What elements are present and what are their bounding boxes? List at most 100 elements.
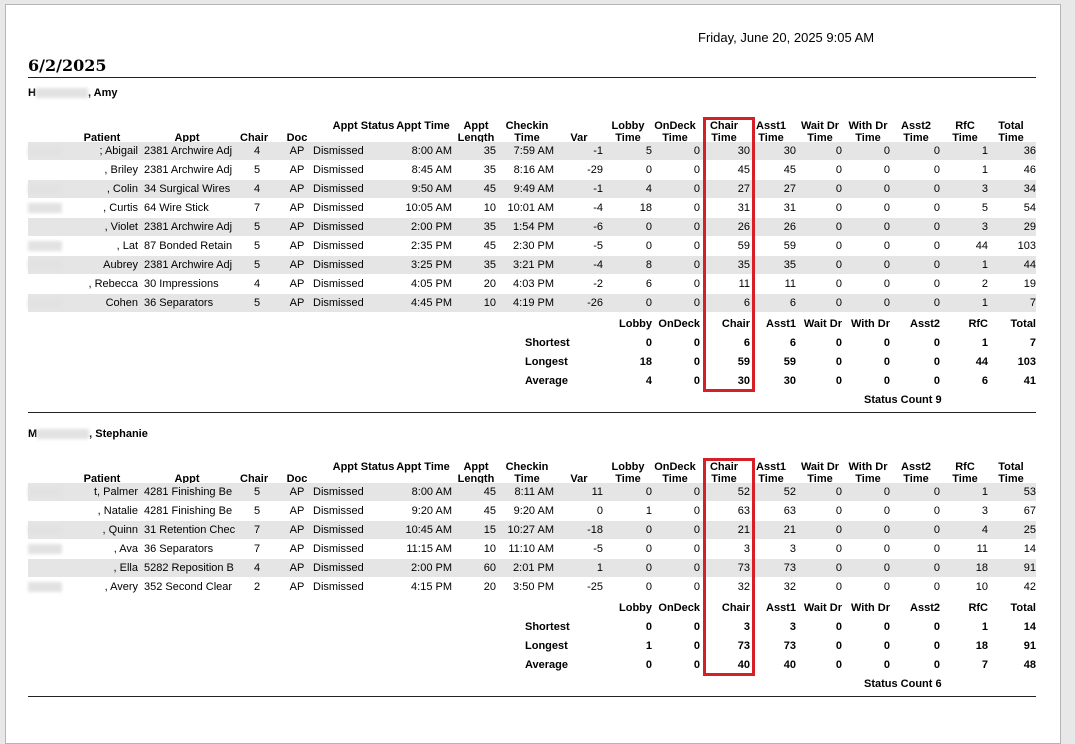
summary-header: Wait Dr bbox=[803, 318, 842, 330]
summary-value: 0 bbox=[883, 640, 890, 652]
table-cell: 0 bbox=[883, 221, 890, 233]
table-cell: 3 bbox=[789, 543, 796, 555]
table-cell: 10 bbox=[975, 581, 988, 593]
table-cell: Dismissed bbox=[313, 524, 364, 536]
divider bbox=[28, 77, 1036, 78]
table-cell: 7 bbox=[253, 543, 261, 555]
table-cell: 2381 Archwire Adj bbox=[144, 164, 233, 176]
column-header: With Dr Time bbox=[848, 461, 888, 485]
summary-value: 59 bbox=[783, 356, 796, 368]
status-count-label: Status Count bbox=[864, 678, 933, 690]
status-count-label: Status Count bbox=[864, 394, 933, 406]
table-cell: -2 bbox=[593, 278, 603, 290]
table-cell: 0 bbox=[693, 581, 700, 593]
table-cell: 0 bbox=[883, 486, 890, 498]
table-cell: 0 bbox=[693, 145, 700, 157]
summary-value: 0 bbox=[933, 356, 940, 368]
table-cell: 0 bbox=[933, 278, 940, 290]
table-cell: 7 bbox=[253, 202, 261, 214]
column-header: Wait Dr Time bbox=[800, 461, 840, 485]
table-cell: Dismissed bbox=[313, 543, 364, 555]
column-header: Checkin Time bbox=[505, 120, 549, 144]
column-header: Asst1 Time bbox=[756, 120, 786, 144]
summary-value: 41 bbox=[1023, 375, 1036, 387]
table-cell: 31 bbox=[783, 202, 796, 214]
table-cell: 11 bbox=[784, 278, 796, 290]
summary-value: 48 bbox=[1023, 659, 1036, 671]
table-cell: 4:15 PM bbox=[411, 581, 452, 593]
table-cell: 5 bbox=[253, 297, 261, 309]
table-cell: 8 bbox=[645, 259, 652, 271]
table-cell: 0 bbox=[883, 581, 890, 593]
table-cell: -5 bbox=[593, 240, 603, 252]
table-cell: AP bbox=[289, 278, 305, 290]
table-cell: 1:54 PM bbox=[513, 221, 554, 233]
summary-value: 0 bbox=[693, 356, 700, 368]
table-cell: 26 bbox=[783, 221, 796, 233]
table-cell: 10:05 AM bbox=[405, 202, 452, 214]
table-row: , Ella 5282 Reposition B 4 AP Dismissed 2:00 … bbox=[28, 559, 1036, 577]
table-cell: 5 bbox=[253, 486, 261, 498]
table-cell: 0 bbox=[645, 221, 652, 233]
table-cell: Dismissed bbox=[313, 259, 364, 271]
redacted-surname bbox=[28, 544, 62, 554]
table-cell: 103 bbox=[1017, 240, 1036, 252]
summary-header: Total bbox=[1010, 318, 1036, 330]
table-cell: Dismissed bbox=[313, 164, 364, 176]
table-cell: 4:03 PM bbox=[513, 278, 554, 290]
summary-value: 91 bbox=[1023, 640, 1036, 652]
provider-rest: , Amy bbox=[87, 87, 118, 99]
table-cell: 0 bbox=[933, 240, 940, 252]
summary-value: 1 bbox=[981, 621, 988, 633]
column-header: Total Time bbox=[998, 461, 1024, 485]
table-cell: 4 bbox=[253, 183, 261, 195]
table-cell: 18 bbox=[639, 202, 652, 214]
redacted-surname bbox=[28, 184, 62, 194]
table-cell: 2:01 PM bbox=[513, 562, 554, 574]
table-cell: 3 bbox=[981, 221, 988, 233]
table-cell: 0 bbox=[933, 221, 940, 233]
table-cell: 0 bbox=[645, 297, 652, 309]
provider-initial: H bbox=[28, 87, 36, 99]
table-cell: 27 bbox=[783, 183, 796, 195]
table-cell: AP bbox=[289, 505, 305, 517]
table-cell: 8:45 AM bbox=[411, 164, 452, 176]
table-cell: Dismissed bbox=[313, 278, 364, 290]
status-count: Status Count 6 bbox=[864, 677, 942, 691]
table-cell: 2381 Archwire Adj bbox=[144, 145, 233, 157]
table-cell: 2 bbox=[253, 581, 261, 593]
table-cell: 0 bbox=[883, 202, 890, 214]
table-cell: -1 bbox=[593, 183, 603, 195]
provider-name: M , Stephanie bbox=[28, 428, 148, 440]
table-cell: 0 bbox=[883, 145, 890, 157]
table-cell: 19 bbox=[1023, 278, 1036, 290]
table-cell: 0 bbox=[693, 278, 700, 290]
table-row: Cohen 36 Separators 5 AP Dismissed 4:45 PM 10 4… bbox=[28, 294, 1036, 312]
table-cell: 9:50 AM bbox=[411, 183, 452, 195]
table-cell: 87 Bonded Retain bbox=[144, 240, 233, 252]
table-cell: 2:00 PM bbox=[411, 221, 452, 233]
table-cell: 4 bbox=[981, 524, 988, 536]
table-cell: AP bbox=[289, 581, 305, 593]
summary-value: 0 bbox=[645, 337, 652, 349]
table-cell: AP bbox=[289, 221, 305, 233]
summary-header: OnDeck bbox=[658, 602, 700, 614]
column-header: Lobby Time bbox=[611, 461, 645, 485]
summary-value: 0 bbox=[933, 375, 940, 387]
table-cell: 1 bbox=[981, 259, 988, 271]
table-cell: 0 bbox=[883, 562, 890, 574]
summary-value: 0 bbox=[693, 375, 700, 387]
table-cell: 30 Impressions bbox=[144, 278, 219, 290]
table-cell: 4 bbox=[645, 183, 652, 195]
table-cell: AP bbox=[289, 240, 305, 252]
table-cell: AP bbox=[289, 524, 305, 536]
table-cell: 10 bbox=[483, 202, 496, 214]
table-cell: 11:15 AM bbox=[406, 543, 452, 555]
summary-value: 0 bbox=[933, 659, 940, 671]
table-cell: , Violet bbox=[104, 221, 138, 233]
table-cell: 5 bbox=[253, 221, 261, 233]
summary-value: 6 bbox=[789, 337, 796, 349]
table-cell: AP bbox=[289, 183, 305, 195]
summary-header: Lobby bbox=[619, 318, 652, 330]
redacted-surname bbox=[28, 582, 62, 592]
